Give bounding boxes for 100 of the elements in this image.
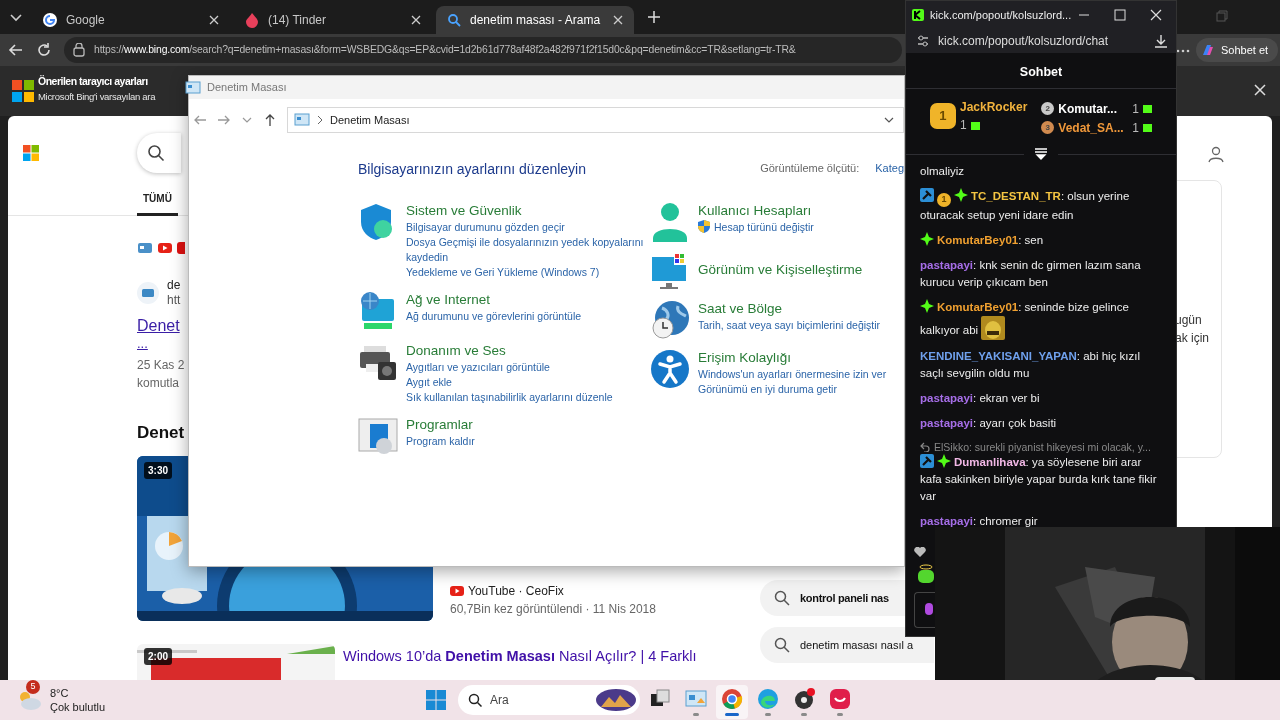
chrome-icon[interactable] <box>721 687 743 710</box>
gift-icon <box>1143 123 1153 132</box>
microphone-icon[interactable] <box>925 603 933 617</box>
chat-username[interactable]: TC_DESTAN_TR <box>971 190 1061 202</box>
camera-app-icon[interactable] <box>793 687 815 710</box>
more-link[interactable]: ... <box>137 336 148 352</box>
task-link[interactable]: Yedekleme ve Geri Yükleme (Windows 7) <box>406 265 650 280</box>
chevron-right-icon <box>316 115 324 125</box>
address-field[interactable]: Denetim Masası <box>287 107 904 133</box>
result-snippet: komutla <box>137 375 180 392</box>
close-icon[interactable] <box>1253 83 1267 97</box>
close-icon[interactable] <box>208 14 220 26</box>
sparkle-icon <box>954 188 968 202</box>
gift-icon <box>1143 104 1153 113</box>
flame-icon <box>244 12 260 28</box>
gift-count: 1 <box>1132 119 1140 137</box>
maximize-icon[interactable] <box>1114 9 1126 21</box>
google-icon <box>42 12 58 28</box>
chat-message: olmaliyiz <box>920 164 966 179</box>
task-link[interactable]: Hesap türünü değiştir <box>698 220 814 235</box>
chat-message: KomutarBey01: sen <box>920 231 1166 249</box>
chat-username[interactable]: pastapayi <box>920 416 974 429</box>
start-icon[interactable] <box>426 690 446 710</box>
task-link[interactable]: Windows'un ayarları önermesine izin ver <box>698 367 887 382</box>
browser-tab[interactable]: denetim masası - Arama <box>436 6 634 34</box>
new-tab-icon[interactable] <box>646 9 662 25</box>
windows-logo-icon[interactable] <box>23 145 39 161</box>
smile-app-icon[interactable] <box>829 687 851 710</box>
banner-text: Microsoft Bing'i varsayılan ara <box>38 90 156 104</box>
program-window-icon[interactable] <box>358 416 398 456</box>
chat-header: Sohbet <box>1019 64 1063 82</box>
task-link[interactable]: Aygıtları ve yazıcıları görüntüle <box>406 360 613 375</box>
close-icon[interactable] <box>612 14 624 26</box>
app-icon <box>177 240 185 256</box>
result-link[interactable]: Windows 10’da Denetim Masası Nasıl Açılır? | 4 Farklı <box>343 646 697 680</box>
task-link[interactable]: Tarih, saat veya sayı biçimlerini değiştir <box>698 318 881 333</box>
hammer-icon <box>920 453 934 468</box>
category-link[interactable]: Saat ve Bölge <box>698 300 881 318</box>
control-panel-icon <box>294 113 310 127</box>
chat-message: 1 TC_DESTAN_TR: olsun yerine oturacak setup yeni idare edin <box>920 188 1131 223</box>
chat-username[interactable]: Dumanlihava <box>954 455 1026 468</box>
close-icon[interactable] <box>1150 9 1162 21</box>
task-link[interactable]: Program kaldır <box>406 434 475 449</box>
category-link[interactable]: Ağ ve Internet <box>406 291 582 309</box>
category-link[interactable]: Sistem ve Güvenlik <box>406 202 650 220</box>
reply-icon <box>920 441 930 452</box>
forward-icon[interactable] <box>217 113 231 127</box>
rank-badge: 3 <box>1041 121 1055 134</box>
kick-logo-icon <box>912 9 924 21</box>
category-link[interactable]: Kullanıcı Hesapları <box>698 202 814 220</box>
task-link[interactable]: Görünümü en iyi duruma getir <box>698 382 887 397</box>
window-title: Denetim Masası <box>207 80 287 96</box>
clock-globe-icon[interactable] <box>650 300 690 340</box>
address-bar[interactable]: https://www.bing.com/search?q=denetim+masası&form=WSBEDG&qs=EP&cvid=1d2b61d778af48f2a482f971f2f15d0c&pq=denetim&cc=TR&setlang=tr-TR& <box>64 37 902 63</box>
chat-username[interactable]: pastapayi <box>920 258 974 271</box>
task-link[interactable]: Aygıt ekle <box>406 375 613 390</box>
chat-username[interactable]: pastapayi <box>920 391 974 404</box>
category-link[interactable]: Programlar <box>406 416 475 434</box>
breadcrumb[interactable]: Denetim Masası <box>330 111 410 129</box>
control-panel-icon[interactable] <box>685 687 707 710</box>
back-icon[interactable] <box>8 42 24 58</box>
sub-badge: 1 <box>937 192 951 207</box>
category-link[interactable]: Görünüm ve Kişiselleştirme <box>698 261 863 279</box>
heart-icon[interactable] <box>914 547 926 558</box>
up-icon[interactable] <box>263 113 277 127</box>
browser-tab[interactable]: Google <box>32 6 230 34</box>
chat-message: pastapayi: chromer gir <box>920 513 1039 529</box>
collapse-icon[interactable] <box>1034 148 1048 160</box>
taskbar-search[interactable]: Ara <box>458 685 640 715</box>
chat-message: KENDINE_YAKISANI_YAPAN: abi hiç kızıl saçlı sevgilin oldu mu <box>920 348 1142 381</box>
search-tab[interactable]: TÜMÜ <box>137 191 178 216</box>
category-link[interactable]: Donanım ve Ses <box>406 342 613 360</box>
sparkle-icon <box>937 453 951 468</box>
related-search[interactable]: denetim masası nasıl a <box>760 627 934 663</box>
chat-message: pastapayi: ekran ver bi <box>920 390 1041 406</box>
task-link[interactable]: Sık kullanılan taşınabilirlik ayarlarını düzenle <box>406 390 613 405</box>
emote-icon[interactable] <box>916 564 936 584</box>
notification-badge: 5 <box>26 680 40 694</box>
rank-badge: 1 <box>929 103 956 129</box>
task-link[interactable]: Dosya Geçmişi ile dosyalarınızın yedek kopyalarını kaydedin <box>406 235 650 265</box>
refresh-icon[interactable] <box>36 42 52 58</box>
related-search[interactable]: kontrol paneli nas <box>760 580 905 616</box>
gift-count: 1 <box>959 117 967 134</box>
control-panel-icon <box>185 80 201 95</box>
sparkle-icon <box>920 231 934 246</box>
chat-button[interactable]: Sohbet et <box>1196 38 1279 62</box>
task-link[interactable]: Ağ durumunu ve görevlerini görüntüle <box>406 309 582 324</box>
search-icon <box>774 637 790 653</box>
window-title: kick.com/popout/kolsuzlord... <box>930 7 1072 23</box>
profile-icon[interactable] <box>1207 145 1225 163</box>
chat-username[interactable]: pastapayi <box>920 514 974 527</box>
task-link[interactable]: Bilgisayar durumunu gözden geçir <box>406 220 650 235</box>
close-icon[interactable] <box>410 14 422 26</box>
chat-username[interactable]: KENDINE_YAKISANI_YAPAN <box>920 349 1077 362</box>
download-icon[interactable] <box>1154 34 1168 48</box>
view-dropdown[interactable]: Kateg <box>875 160 904 180</box>
category-link[interactable]: Erişim Kolaylığı <box>698 349 887 367</box>
result-link[interactable]: Denet <box>137 316 180 336</box>
accessibility-icon[interactable] <box>650 349 690 389</box>
browser-tab[interactable]: (14) Tinder <box>234 6 432 34</box>
